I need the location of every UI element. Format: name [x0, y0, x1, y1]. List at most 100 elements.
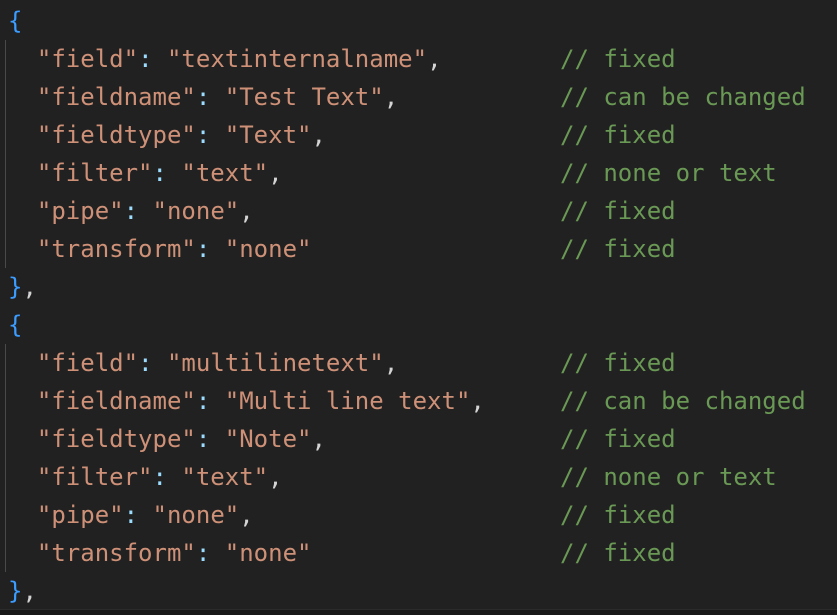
colon-token: :: [195, 83, 211, 111]
comma-token: ,: [383, 83, 399, 111]
code-line[interactable]: "fieldname": "Multi line text", // can be…: [0, 382, 837, 420]
json-key-token: "filter": [36, 159, 153, 187]
comma-token: ,: [311, 121, 326, 149]
inline-comment: // fixed: [560, 235, 676, 263]
json-value-token: "text": [181, 463, 269, 491]
code-line[interactable]: },: [0, 572, 837, 610]
code-line-content: "transform": "none": [8, 534, 312, 572]
code-line[interactable]: "fieldname": "Test Text", // can be chang…: [0, 78, 837, 116]
code-line-content: "fieldname": "Test Text",: [8, 78, 398, 116]
json-value-token: "none": [152, 501, 240, 529]
json-key-token: "field": [36, 45, 139, 73]
colon-token: :: [195, 539, 211, 567]
code-line[interactable]: "transform": "none" // fixed: [0, 230, 837, 268]
colon-token: :: [138, 45, 153, 73]
code-line-content: {: [8, 306, 22, 344]
open-brace-token: {: [8, 7, 23, 35]
code-line[interactable]: {: [0, 306, 837, 344]
json-key-token: "transform": [36, 235, 196, 263]
editor-bottom-strip: [0, 609, 837, 615]
inline-comment: // fixed: [560, 45, 676, 73]
comma-token: ,: [268, 159, 283, 187]
code-line-content: "field": "textinternalname",: [8, 40, 442, 78]
json-key-token: "filter": [36, 463, 153, 491]
code-line[interactable]: "filter": "text", // none or text: [0, 458, 837, 496]
inline-comment: // fixed: [560, 425, 676, 453]
comma-token: ,: [22, 273, 37, 301]
code-line[interactable]: "pipe": "none", // fixed: [0, 192, 837, 230]
inline-comment: // can be changed: [560, 387, 806, 415]
comma-token: ,: [268, 463, 283, 491]
code-line-content: "filter": "text",: [8, 458, 283, 496]
code-line-content: },: [8, 268, 37, 306]
code-line[interactable]: "fieldtype": "Note", // fixed: [0, 420, 837, 458]
close-brace-token: }: [8, 577, 23, 605]
json-key-token: "transform": [36, 539, 196, 567]
code-line-content: },: [8, 572, 37, 610]
inline-comment: // none or text: [560, 463, 777, 491]
inline-comment: // fixed: [560, 539, 676, 567]
json-value-token: "text": [181, 159, 269, 187]
code-line-content: "fieldtype": "Note",: [8, 420, 326, 458]
code-line-content: {: [8, 2, 22, 40]
code-line[interactable]: {: [0, 2, 837, 40]
inline-comment: // fixed: [560, 197, 676, 225]
code-line[interactable]: "transform": "none" // fixed: [0, 534, 837, 572]
code-line[interactable]: "field": "textinternalname", // fixed: [0, 40, 837, 78]
code-line-content: "transform": "none": [8, 230, 312, 268]
json-key-token: "pipe": [36, 501, 124, 529]
inline-comment: // fixed: [560, 501, 676, 529]
inline-comment: // fixed: [560, 349, 676, 377]
code-line[interactable]: "pipe": "none", // fixed: [0, 496, 837, 534]
comma-token: ,: [239, 501, 254, 529]
comma-token: ,: [239, 197, 254, 225]
json-value-token: "multilinetext": [166, 349, 384, 377]
inline-comment: // none or text: [560, 159, 777, 187]
colon-token: :: [123, 501, 139, 529]
json-value-token: "Text": [224, 121, 312, 149]
json-key-token: "pipe": [36, 197, 124, 225]
inline-comment: // fixed: [560, 121, 676, 149]
colon-token: :: [195, 121, 211, 149]
json-key-token: "fieldtype": [36, 425, 196, 453]
code-text-surface[interactable]: { "field": "textinternalname", // fixed "…: [0, 0, 837, 615]
code-line-content: "pipe": "none",: [8, 192, 254, 230]
code-line-content: "fieldname": "Multi line text",: [8, 382, 485, 420]
colon-token: :: [195, 387, 211, 415]
comma-token: ,: [427, 45, 442, 73]
json-value-token: "none": [224, 235, 312, 263]
open-brace-token: {: [8, 311, 23, 339]
colon-token: :: [152, 463, 167, 491]
code-line[interactable]: },: [0, 268, 837, 306]
code-line[interactable]: "filter": "text", // none or text: [0, 154, 837, 192]
colon-token: :: [138, 349, 153, 377]
colon-token: :: [152, 159, 167, 187]
json-value-token: "none": [152, 197, 240, 225]
code-line-content: "filter": "text",: [8, 154, 283, 192]
comma-token: ,: [22, 577, 37, 605]
close-brace-token: }: [8, 273, 23, 301]
json-value-token: "Note": [224, 425, 312, 453]
code-line[interactable]: "field": "multilinetext", // fixed: [0, 344, 837, 382]
code-editor-viewport[interactable]: { "field": "textinternalname", // fixed "…: [0, 0, 837, 615]
code-line[interactable]: "fieldtype": "Text", // fixed: [0, 116, 837, 154]
code-line-content: "fieldtype": "Text",: [8, 116, 326, 154]
